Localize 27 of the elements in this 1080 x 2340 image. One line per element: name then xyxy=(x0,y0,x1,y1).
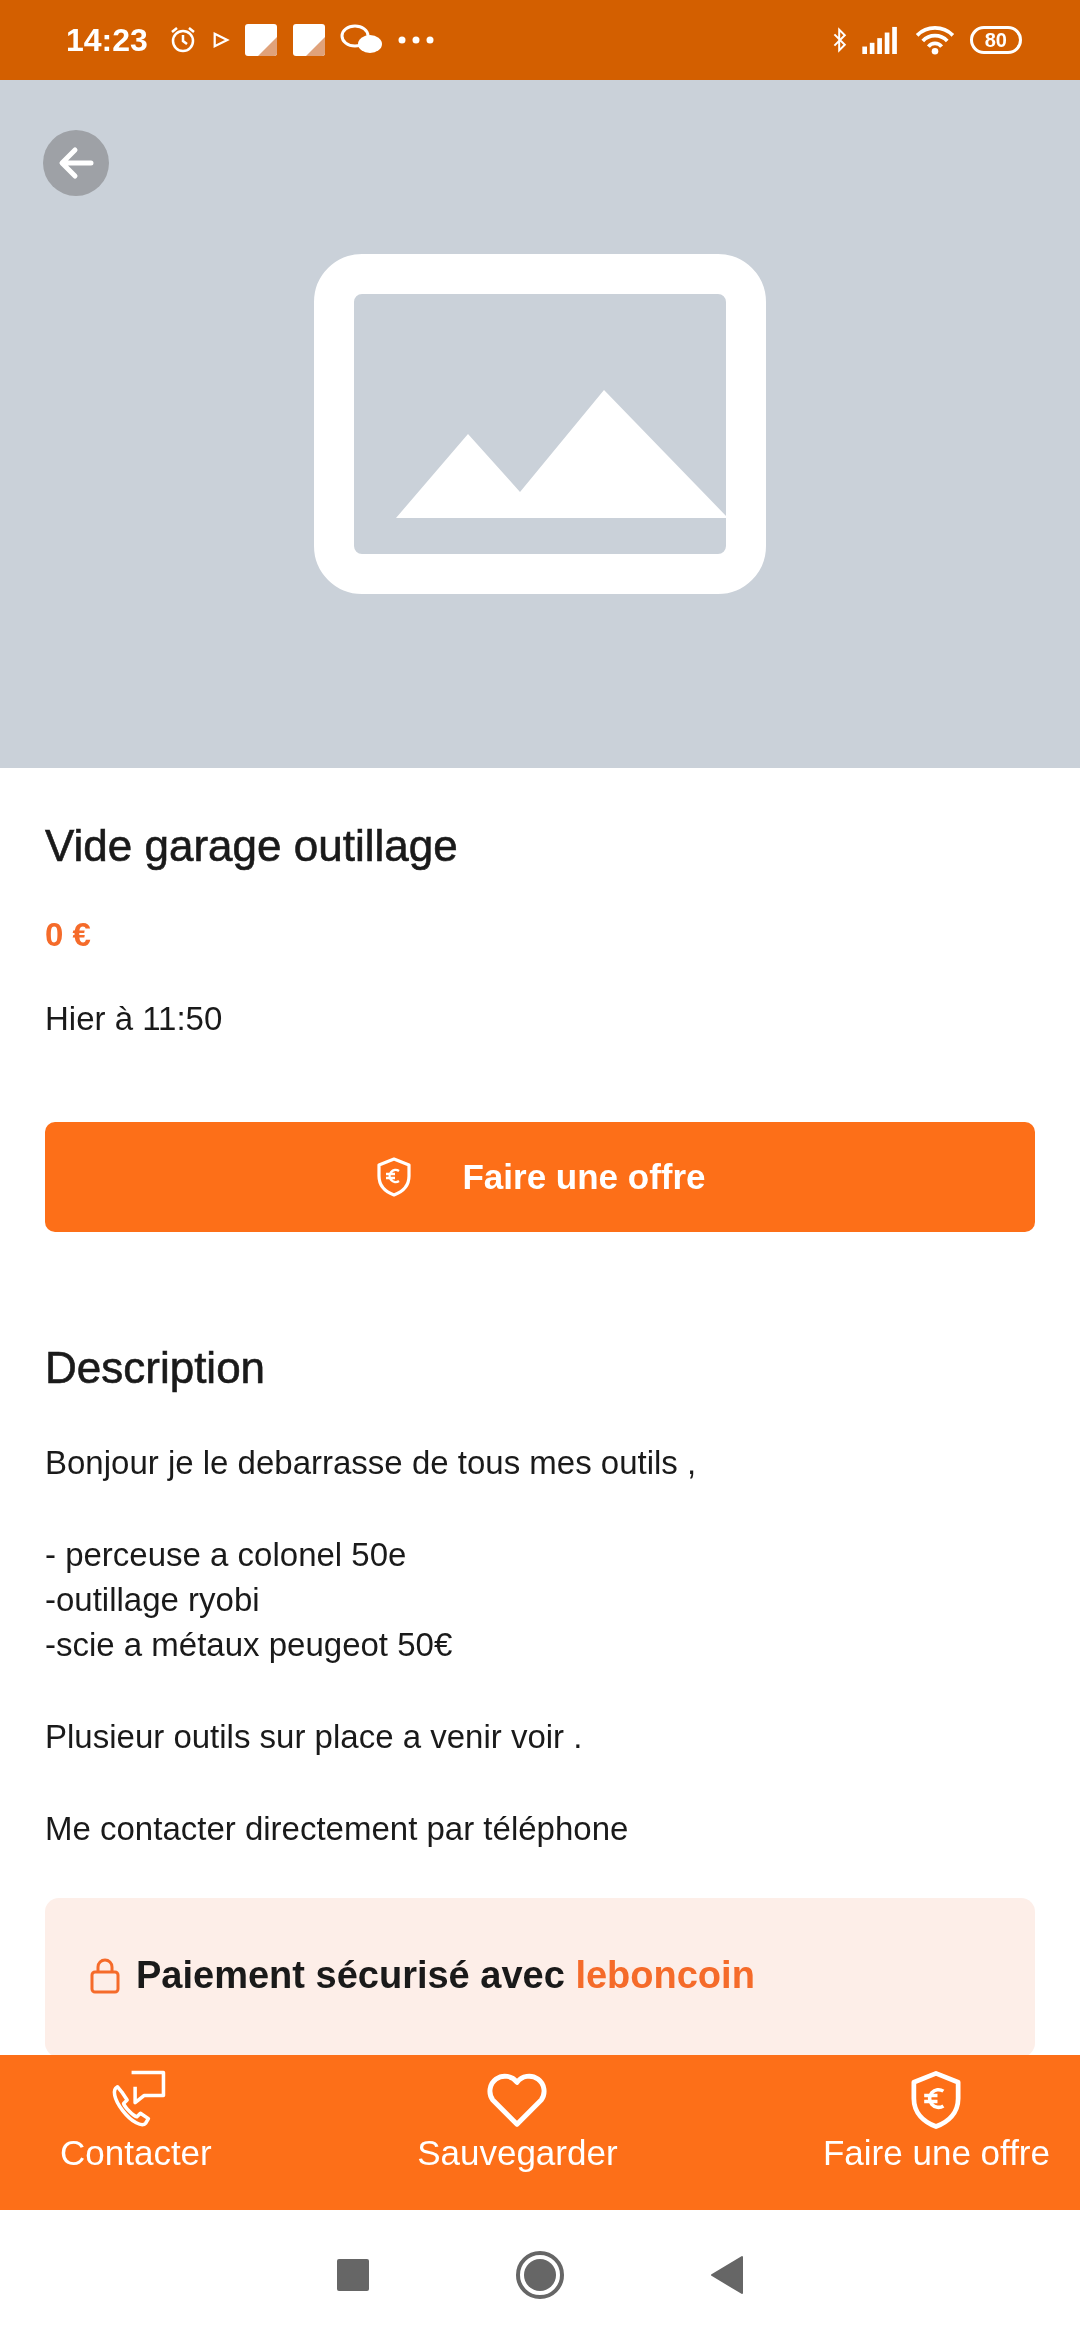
secure-payment-text: Paiement sécurisé avec leboncoin xyxy=(136,1954,755,1997)
clock-time: 14:23 xyxy=(66,21,148,59)
battery-icon: 80 xyxy=(969,26,1022,54)
note-icon xyxy=(291,23,326,57)
lock-icon xyxy=(90,1957,120,1994)
description-text: Me contacter directement par téléphone xyxy=(45,1809,630,1849)
description-text: - perceuse a colonel 50e -outillage ryobi -scie a métaux peugeot 50€ xyxy=(45,1535,454,1665)
contact-button[interactable]: Contacter xyxy=(60,2055,212,2210)
bluetooth-icon xyxy=(831,25,848,55)
image-placeholder-icon xyxy=(314,254,766,594)
signal-icon xyxy=(861,26,900,54)
ad-date: Hier à 11:50 xyxy=(45,1000,224,1038)
back-button[interactable] xyxy=(710,2255,744,2295)
save-button[interactable]: Sauvegarder xyxy=(417,2055,618,2210)
description-text: Bonjour je le debarrasse de tous mes outils , xyxy=(45,1443,698,1483)
ad-price: 0 € xyxy=(45,916,92,954)
recent-apps-button[interactable] xyxy=(336,2258,370,2292)
home-button[interactable] xyxy=(515,2250,565,2300)
description-text: Plusieur outils sur place a venir voir . xyxy=(45,1717,584,1757)
make-offer-button[interactable]: Faire une offre xyxy=(45,1122,1035,1232)
play-icon xyxy=(211,30,230,50)
description-heading: Description xyxy=(45,1342,267,1394)
make-offer-button[interactable]: Faire une offre xyxy=(823,2055,1050,2210)
note-icon xyxy=(243,23,278,57)
wifi-icon xyxy=(913,24,956,56)
more-icon xyxy=(397,36,434,44)
ad-title: Vide garage outillage xyxy=(45,820,459,872)
